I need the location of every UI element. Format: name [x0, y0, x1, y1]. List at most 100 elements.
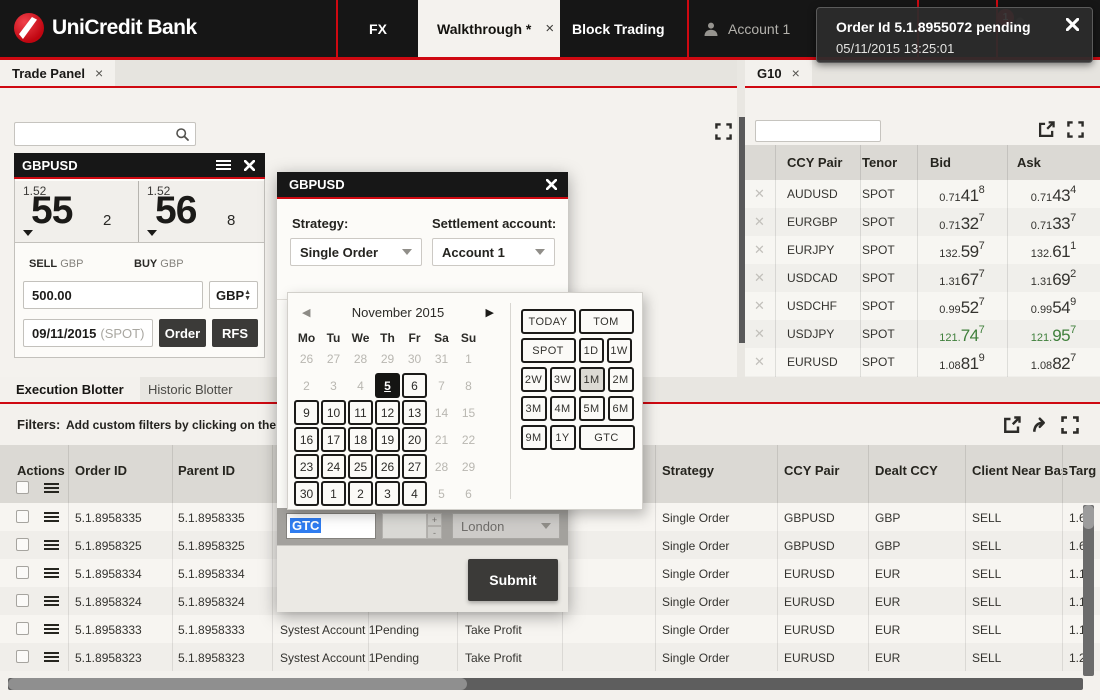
calendar-day[interactable]: 5: [429, 481, 454, 506]
pop-out-icon[interactable]: [1038, 121, 1055, 138]
strategy-select[interactable]: Single Order: [290, 238, 422, 266]
calendar-day[interactable]: 11: [348, 400, 373, 425]
expiry-time-input[interactable]: [382, 513, 427, 539]
ask-price[interactable]: 0.71337: [1007, 212, 1100, 234]
select-all-checkbox[interactable]: [16, 481, 29, 494]
col-ask[interactable]: Ask: [1017, 155, 1041, 170]
calendar-day[interactable]: 2: [294, 373, 319, 398]
col-dealt-ccy[interactable]: Dealt CCY: [875, 463, 938, 478]
search-input[interactable]: [756, 121, 880, 141]
tab-block-trading[interactable]: Block Trading: [572, 0, 685, 57]
horizontal-scrollbar[interactable]: [8, 678, 1083, 690]
rate-row[interactable]: ✕ EURUSD SPOT 1.08819 1.08827: [745, 348, 1100, 376]
row-checkbox[interactable]: [16, 594, 29, 607]
remove-row-icon[interactable]: ✕: [754, 355, 765, 368]
col-tenor[interactable]: Tenor: [862, 155, 897, 170]
tab-execution-blotter[interactable]: Execution Blotter: [0, 377, 140, 402]
calendar-day[interactable]: 27: [402, 454, 427, 479]
scrollbar-thumb[interactable]: [8, 678, 467, 690]
calendar-day[interactable]: 26: [294, 346, 319, 371]
bid-price[interactable]: 0.71327: [917, 212, 1007, 234]
tab-walkthrough[interactable]: Walkthrough * ×: [418, 0, 560, 57]
bid-price[interactable]: 132.597: [917, 240, 1007, 262]
order-button[interactable]: Order: [159, 319, 206, 347]
calendar-day[interactable]: 24: [321, 454, 346, 479]
calendar-day[interactable]: 5: [375, 373, 400, 398]
col-order-id[interactable]: Order ID: [75, 463, 127, 478]
calendar-day[interactable]: 7: [429, 373, 454, 398]
row-menu-icon[interactable]: [44, 540, 59, 550]
calendar-day[interactable]: 27: [321, 346, 346, 371]
row-menu-icon[interactable]: [44, 624, 59, 634]
calendar-day[interactable]: 21: [429, 427, 454, 452]
calendar-day[interactable]: 23: [294, 454, 319, 479]
calendar-day[interactable]: 31: [429, 346, 454, 371]
tab-trade-panel[interactable]: Trade Panel ×: [0, 60, 115, 86]
row-menu-icon[interactable]: [44, 512, 59, 522]
submit-button[interactable]: Submit: [468, 559, 558, 601]
calendar-day[interactable]: 30: [402, 346, 427, 371]
amount-input[interactable]: 500.00: [23, 281, 203, 309]
gtc-expiry-input[interactable]: GTC: [286, 513, 376, 539]
rate-row[interactable]: ✕ USDCHF SPOT 0.99527 0.99549: [745, 292, 1100, 320]
calendar-day[interactable]: 8: [456, 373, 481, 398]
bid-price[interactable]: 0.99527: [917, 296, 1007, 318]
share-icon[interactable]: [1032, 416, 1050, 434]
tenor-button[interactable]: 3W: [550, 367, 576, 392]
tenor-button[interactable]: 1W: [607, 338, 632, 363]
rfs-button[interactable]: RFS: [212, 319, 258, 347]
calendar-day[interactable]: 2: [348, 481, 373, 506]
tenor-button[interactable]: 9M: [521, 425, 547, 450]
col-target[interactable]: Targ: [1069, 463, 1096, 478]
tenor-button[interactable]: SPOT: [521, 338, 576, 363]
calendar-day[interactable]: 29: [456, 454, 481, 479]
tenor-button[interactable]: 6M: [608, 396, 634, 421]
stepper-up[interactable]: +: [427, 513, 442, 526]
calendar-day[interactable]: 3: [321, 373, 346, 398]
tab-close-icon[interactable]: ×: [545, 20, 554, 37]
scrollbar-thumb[interactable]: [1083, 505, 1094, 529]
tenor-button[interactable]: TOM: [579, 309, 634, 334]
row-menu-icon[interactable]: [44, 568, 59, 578]
remove-row-icon[interactable]: ✕: [754, 187, 765, 200]
col-strategy[interactable]: Strategy: [662, 463, 714, 478]
fullscreen-icon[interactable]: [715, 123, 732, 140]
order-row[interactable]: 5.1.8958323 5.1.8958323 Systest Account …: [0, 643, 1100, 671]
col-ccy-pair[interactable]: CCY Pair: [784, 463, 839, 478]
calendar-day[interactable]: 29: [375, 346, 400, 371]
calendar-day[interactable]: 12: [375, 400, 400, 425]
stepper-down[interactable]: -: [427, 526, 442, 539]
col-client-near-base[interactable]: Client Near Bas: [972, 463, 1068, 478]
calendar-day[interactable]: 15: [456, 400, 481, 425]
tenor-button[interactable]: 2M: [608, 367, 634, 392]
col-parent-id[interactable]: Parent ID: [178, 463, 235, 478]
calendar-day[interactable]: 10: [321, 400, 346, 425]
row-checkbox[interactable]: [16, 566, 29, 579]
remove-row-icon[interactable]: ✕: [754, 299, 765, 312]
bid-price[interactable]: 1.31677: [917, 268, 1007, 290]
calendar-day[interactable]: 6: [402, 373, 427, 398]
ask-price[interactable]: 1.31692: [1007, 268, 1100, 290]
calendar-day[interactable]: 18: [348, 427, 373, 452]
row-checkbox[interactable]: [16, 622, 29, 635]
rate-row[interactable]: ✕ USDJPY SPOT 121.747 121.957: [745, 320, 1100, 348]
bid-price[interactable]: 0.71418: [917, 184, 1007, 206]
col-ccy-pair[interactable]: CCY Pair: [787, 155, 842, 170]
calendar-day[interactable]: 17: [321, 427, 346, 452]
tab-close-icon[interactable]: ×: [792, 65, 800, 81]
calendar-day[interactable]: 16: [294, 427, 319, 452]
calendar-day[interactable]: 14: [429, 400, 454, 425]
tenor-button[interactable]: 3M: [521, 396, 547, 421]
ask-price[interactable]: 0.99549: [1007, 296, 1100, 318]
fullscreen-icon[interactable]: [1067, 121, 1084, 138]
col-actions[interactable]: Actions: [17, 463, 65, 478]
rate-row[interactable]: ✕ EURJPY SPOT 132.597 132.611: [745, 236, 1100, 264]
vertical-scrollbar[interactable]: [1083, 505, 1094, 676]
actions-menu-icon[interactable]: [44, 483, 59, 493]
row-menu-icon[interactable]: [44, 652, 59, 662]
calendar-day[interactable]: 3: [375, 481, 400, 506]
calendar-day[interactable]: 20: [402, 427, 427, 452]
calendar-day[interactable]: 28: [348, 346, 373, 371]
close-icon[interactable]: [244, 160, 255, 171]
calendar-day[interactable]: 25: [348, 454, 373, 479]
